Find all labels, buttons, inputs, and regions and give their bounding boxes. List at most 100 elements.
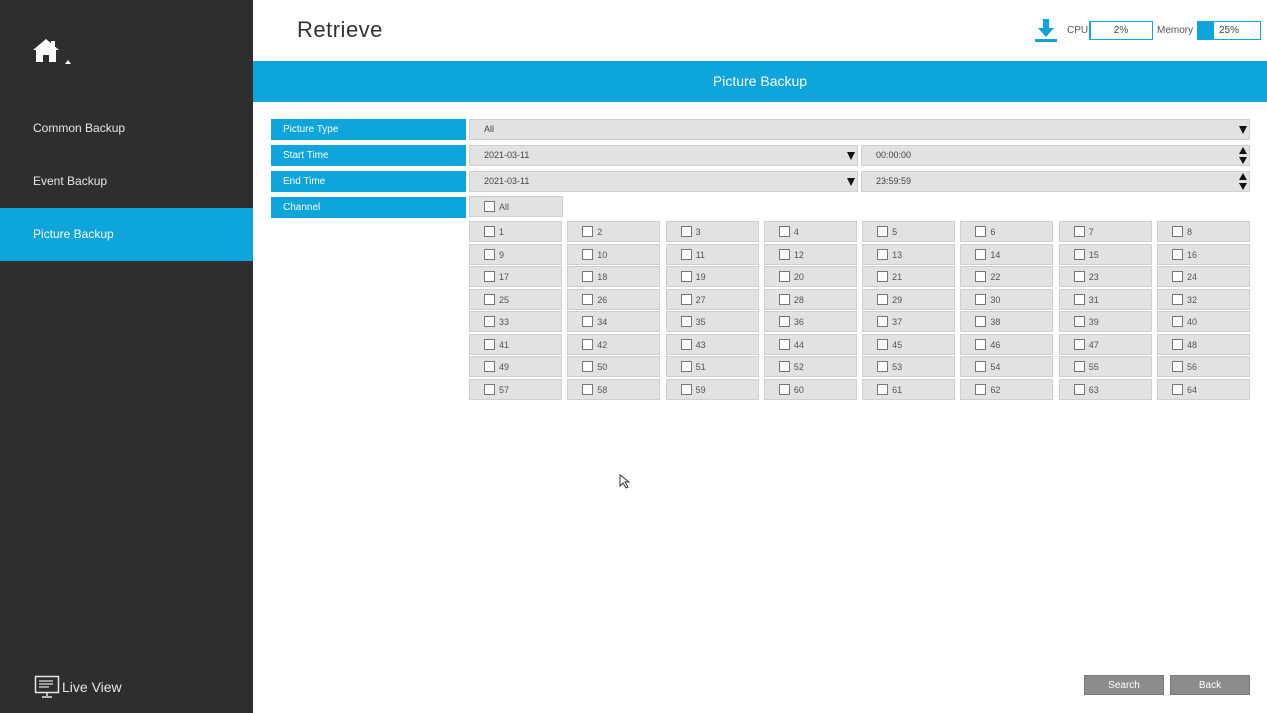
sidebar-item-picture-backup[interactable]: Picture Backup bbox=[0, 208, 253, 261]
checkbox-icon[interactable] bbox=[778, 338, 790, 350]
channel-checkbox-4[interactable]: 4 bbox=[763, 221, 857, 242]
checkbox-icon[interactable] bbox=[778, 361, 790, 372]
channel-checkbox-18[interactable]: 18 bbox=[567, 266, 661, 287]
sidebar-item-common-backup[interactable]: Common Backup bbox=[0, 102, 253, 155]
channel-checkbox-6[interactable]: 6 bbox=[960, 221, 1054, 242]
channel-checkbox-44[interactable]: 44 bbox=[763, 333, 857, 355]
download-icon[interactable] bbox=[1035, 19, 1057, 43]
channel-checkbox-48[interactable]: 48 bbox=[1156, 333, 1250, 355]
channel-checkbox-59[interactable]: 59 bbox=[665, 378, 759, 400]
spinner-arrows-icon[interactable] bbox=[1239, 147, 1247, 165]
channel-checkbox-53[interactable]: 53 bbox=[862, 356, 956, 377]
channel-checkbox-57[interactable]: 57 bbox=[469, 378, 562, 400]
channel-checkbox-58[interactable]: 58 bbox=[567, 378, 661, 400]
home-icon[interactable] bbox=[30, 36, 80, 68]
checkbox-icon[interactable] bbox=[877, 226, 889, 237]
channel-checkbox-10[interactable]: 10 bbox=[567, 243, 661, 265]
checkbox-icon[interactable] bbox=[1073, 226, 1085, 237]
channel-checkbox-54[interactable]: 54 bbox=[960, 356, 1054, 377]
checkbox-icon[interactable] bbox=[1073, 338, 1085, 350]
back-button[interactable]: Back bbox=[1170, 675, 1250, 695]
channel-checkbox-56[interactable]: 56 bbox=[1156, 356, 1250, 377]
channel-checkbox-40[interactable]: 40 bbox=[1156, 311, 1250, 332]
checkbox-icon[interactable] bbox=[1171, 226, 1183, 237]
channel-checkbox-1[interactable]: 1 bbox=[469, 221, 562, 242]
checkbox-icon[interactable] bbox=[778, 226, 790, 237]
checkbox-icon[interactable] bbox=[1073, 361, 1085, 372]
checkbox-icon[interactable] bbox=[484, 226, 495, 237]
channel-checkbox-20[interactable]: 20 bbox=[763, 266, 857, 287]
channel-checkbox-26[interactable]: 26 bbox=[567, 288, 661, 310]
channel-checkbox-12[interactable]: 12 bbox=[763, 243, 857, 265]
checkbox-icon[interactable] bbox=[778, 248, 790, 260]
channel-checkbox-51[interactable]: 51 bbox=[665, 356, 759, 377]
channel-checkbox-25[interactable]: 25 bbox=[469, 288, 562, 310]
checkbox-icon[interactable] bbox=[680, 248, 692, 260]
checkbox-icon[interactable] bbox=[975, 316, 987, 327]
channel-checkbox-43[interactable]: 43 bbox=[665, 333, 759, 355]
end-date-select[interactable]: 2021-03-11 bbox=[469, 171, 858, 192]
channel-checkbox-33[interactable]: 33 bbox=[469, 311, 562, 332]
checkbox-icon[interactable] bbox=[778, 316, 790, 327]
channel-all-checkbox[interactable]: All bbox=[469, 196, 563, 217]
checkbox-icon[interactable] bbox=[877, 248, 889, 260]
checkbox-icon[interactable] bbox=[1171, 338, 1183, 350]
channel-checkbox-38[interactable]: 38 bbox=[960, 311, 1054, 332]
channel-checkbox-37[interactable]: 37 bbox=[862, 311, 956, 332]
channel-checkbox-29[interactable]: 29 bbox=[862, 288, 956, 310]
channel-checkbox-21[interactable]: 21 bbox=[862, 266, 956, 287]
channel-checkbox-11[interactable]: 11 bbox=[665, 243, 759, 265]
end-time-spinner[interactable]: 23:59:59 bbox=[861, 171, 1250, 192]
channel-checkbox-34[interactable]: 34 bbox=[567, 311, 661, 332]
checkbox-icon[interactable] bbox=[582, 226, 594, 237]
channel-checkbox-35[interactable]: 35 bbox=[665, 311, 759, 332]
checkbox-icon[interactable] bbox=[975, 338, 987, 350]
checkbox-icon[interactable] bbox=[484, 383, 495, 395]
checkbox-icon[interactable] bbox=[582, 271, 594, 282]
checkbox-icon[interactable] bbox=[975, 383, 987, 395]
checkbox-icon[interactable] bbox=[680, 271, 692, 282]
channel-checkbox-13[interactable]: 13 bbox=[862, 243, 956, 265]
checkbox-icon[interactable] bbox=[975, 361, 987, 372]
checkbox-icon[interactable] bbox=[975, 226, 987, 237]
checkbox-icon[interactable] bbox=[1171, 271, 1183, 282]
checkbox-icon[interactable] bbox=[877, 293, 889, 305]
channel-checkbox-36[interactable]: 36 bbox=[763, 311, 857, 332]
checkbox-icon[interactable] bbox=[582, 248, 594, 260]
picture-type-select[interactable]: All bbox=[469, 119, 1250, 140]
checkbox-icon[interactable] bbox=[778, 383, 790, 395]
checkbox-icon[interactable] bbox=[1073, 248, 1085, 260]
channel-checkbox-24[interactable]: 24 bbox=[1156, 266, 1250, 287]
checkbox-icon[interactable] bbox=[1171, 316, 1183, 327]
channel-checkbox-47[interactable]: 47 bbox=[1058, 333, 1152, 355]
checkbox-icon[interactable] bbox=[778, 271, 790, 282]
channel-checkbox-30[interactable]: 30 bbox=[960, 288, 1054, 310]
checkbox-icon[interactable] bbox=[975, 293, 987, 305]
checkbox-icon[interactable] bbox=[484, 361, 495, 372]
channel-checkbox-9[interactable]: 9 bbox=[469, 243, 562, 265]
checkbox-icon[interactable] bbox=[582, 338, 594, 350]
channel-checkbox-3[interactable]: 3 bbox=[665, 221, 759, 242]
channel-checkbox-49[interactable]: 49 bbox=[469, 356, 562, 377]
channel-checkbox-55[interactable]: 55 bbox=[1058, 356, 1152, 377]
checkbox-icon[interactable] bbox=[778, 293, 790, 305]
checkbox-icon[interactable] bbox=[484, 293, 495, 305]
checkbox-icon[interactable] bbox=[1073, 271, 1085, 282]
channel-checkbox-42[interactable]: 42 bbox=[567, 333, 661, 355]
checkbox-icon[interactable] bbox=[1171, 293, 1183, 305]
channel-checkbox-17[interactable]: 17 bbox=[469, 266, 562, 287]
channel-checkbox-45[interactable]: 45 bbox=[862, 333, 956, 355]
checkbox-icon[interactable] bbox=[1073, 316, 1085, 327]
checkbox-icon[interactable] bbox=[1073, 293, 1085, 305]
channel-checkbox-28[interactable]: 28 bbox=[763, 288, 857, 310]
channel-checkbox-62[interactable]: 62 bbox=[960, 378, 1054, 400]
spinner-arrows-icon[interactable] bbox=[1239, 173, 1247, 191]
live-view-button[interactable]: Live View bbox=[34, 674, 122, 700]
checkbox-icon[interactable] bbox=[877, 338, 889, 350]
channel-checkbox-39[interactable]: 39 bbox=[1058, 311, 1152, 332]
channel-checkbox-8[interactable]: 8 bbox=[1156, 221, 1250, 242]
checkbox-icon[interactable] bbox=[582, 361, 594, 372]
checkbox-icon[interactable] bbox=[484, 316, 495, 327]
checkbox-icon[interactable] bbox=[1171, 383, 1183, 395]
checkbox-icon[interactable] bbox=[1073, 383, 1085, 395]
